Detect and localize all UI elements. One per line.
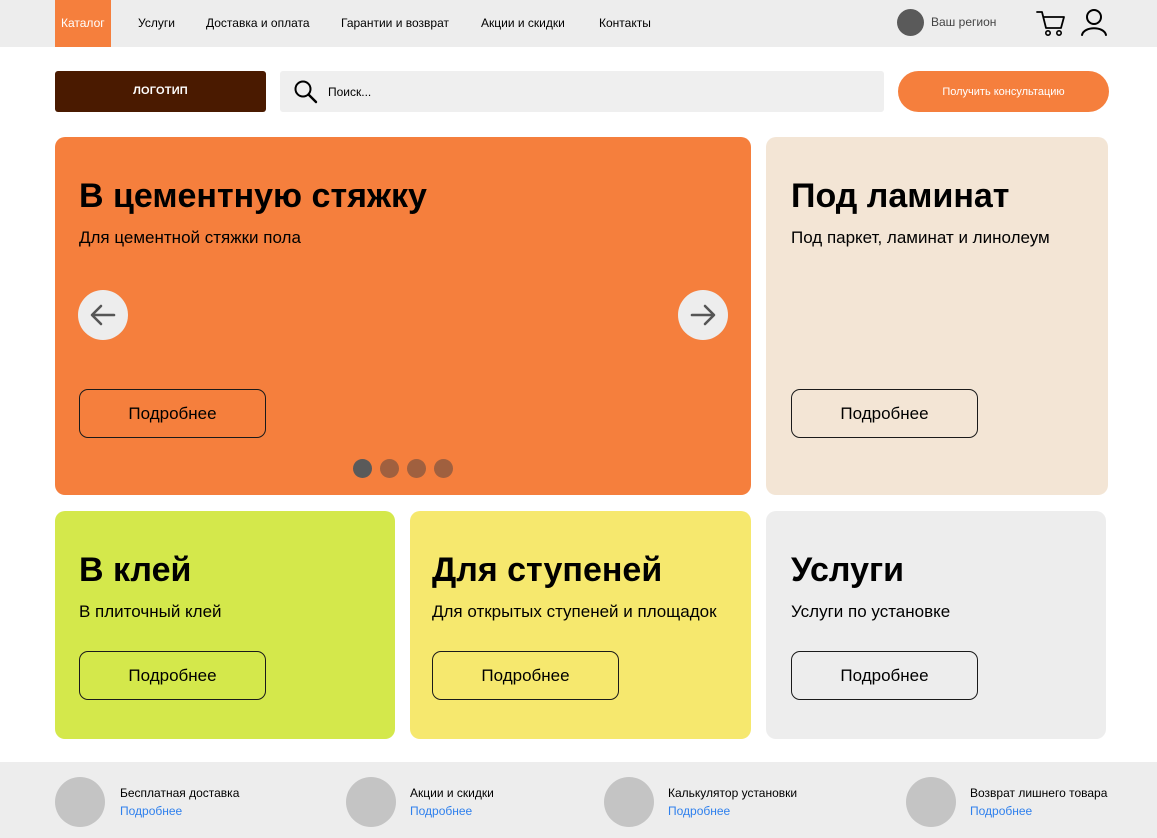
category-card-laminate: Под ламинат Под паркет, ламинат и линоле… <box>766 137 1108 495</box>
card-title: Для ступеней <box>432 551 663 589</box>
feature-more-link[interactable]: Подробнее <box>970 804 1032 818</box>
logo[interactable]: ЛОГОТИП <box>55 71 266 112</box>
card-title: Под ламинат <box>791 177 1010 215</box>
hero-slider-card: В цементную стяжку Для цементной стяжки … <box>55 137 751 495</box>
card-subtitle: В плиточный клей <box>79 602 222 621</box>
card-more-button[interactable]: Подробнее <box>79 651 266 700</box>
features-bar: Бесплатная доставка Подробнее Акции и ск… <box>0 762 1157 838</box>
delivery-icon <box>55 777 105 827</box>
nav-item-delivery[interactable]: Доставка и оплата <box>206 0 310 47</box>
search-bar <box>280 71 884 112</box>
nav-item-guarantee[interactable]: Гарантии и возврат <box>341 0 449 47</box>
feature-more-link[interactable]: Подробнее <box>668 804 730 818</box>
category-card-glue: В клей В плиточный клей Подробнее <box>55 511 395 739</box>
slider-dot-4[interactable] <box>434 459 453 478</box>
search-icon[interactable] <box>293 79 319 105</box>
feature-more-link[interactable]: Подробнее <box>410 804 472 818</box>
card-subtitle: Под паркет, ламинат и линолеум <box>791 228 1050 247</box>
user-icon[interactable] <box>1077 6 1111 40</box>
card-more-button[interactable]: Подробнее <box>791 389 978 438</box>
top-nav-bar: Каталог Услуги Доставка и оплата Гаранти… <box>0 0 1157 47</box>
category-card-steps: Для ступеней Для открытых ступеней и пло… <box>410 511 751 739</box>
return-icon <box>906 777 956 827</box>
card-title: Услуги <box>791 551 905 589</box>
region-icon[interactable] <box>897 9 924 36</box>
consultation-button[interactable]: Получить консультацию <box>898 71 1109 112</box>
discount-icon <box>346 777 396 827</box>
slider-next-button[interactable] <box>678 290 728 340</box>
category-card-services: Услуги Услуги по установке Подробнее <box>766 511 1106 739</box>
slider-dot-1[interactable] <box>353 459 372 478</box>
calculator-icon <box>604 777 654 827</box>
feature-title: Калькулятор установки <box>668 786 798 800</box>
card-more-button[interactable]: Подробнее <box>791 651 978 700</box>
slider-prev-button[interactable] <box>78 290 128 340</box>
nav-item-catalog[interactable]: Каталог <box>55 0 111 47</box>
feature-more-link[interactable]: Подробнее <box>120 804 182 818</box>
nav-item-contacts[interactable]: Контакты <box>599 0 651 47</box>
hero-more-button[interactable]: Подробнее <box>79 389 266 438</box>
slider-dot-2[interactable] <box>380 459 399 478</box>
nav-item-promotions[interactable]: Акции и скидки <box>481 0 565 47</box>
feature-title: Акции и скидки <box>410 786 494 800</box>
feature-title: Бесплатная доставка <box>120 786 240 800</box>
nav-item-services[interactable]: Услуги <box>138 0 175 47</box>
arrow-left-icon <box>90 304 116 326</box>
search-input[interactable] <box>328 71 868 112</box>
card-more-button[interactable]: Подробнее <box>432 651 619 700</box>
slider-dot-3[interactable] <box>407 459 426 478</box>
card-subtitle: Для открытых ступеней и площадок <box>432 602 717 621</box>
feature-title: Возврат лишнего товара <box>970 786 1108 800</box>
card-subtitle: Услуги по установке <box>791 602 951 621</box>
hero-subtitle: Для цементной стяжки пола <box>79 228 301 247</box>
region-label[interactable]: Ваш регион <box>931 0 996 45</box>
hero-title: В цементную стяжку <box>79 177 427 215</box>
arrow-right-icon <box>690 304 716 326</box>
cart-icon[interactable] <box>1034 6 1068 40</box>
card-title: В клей <box>79 551 192 589</box>
